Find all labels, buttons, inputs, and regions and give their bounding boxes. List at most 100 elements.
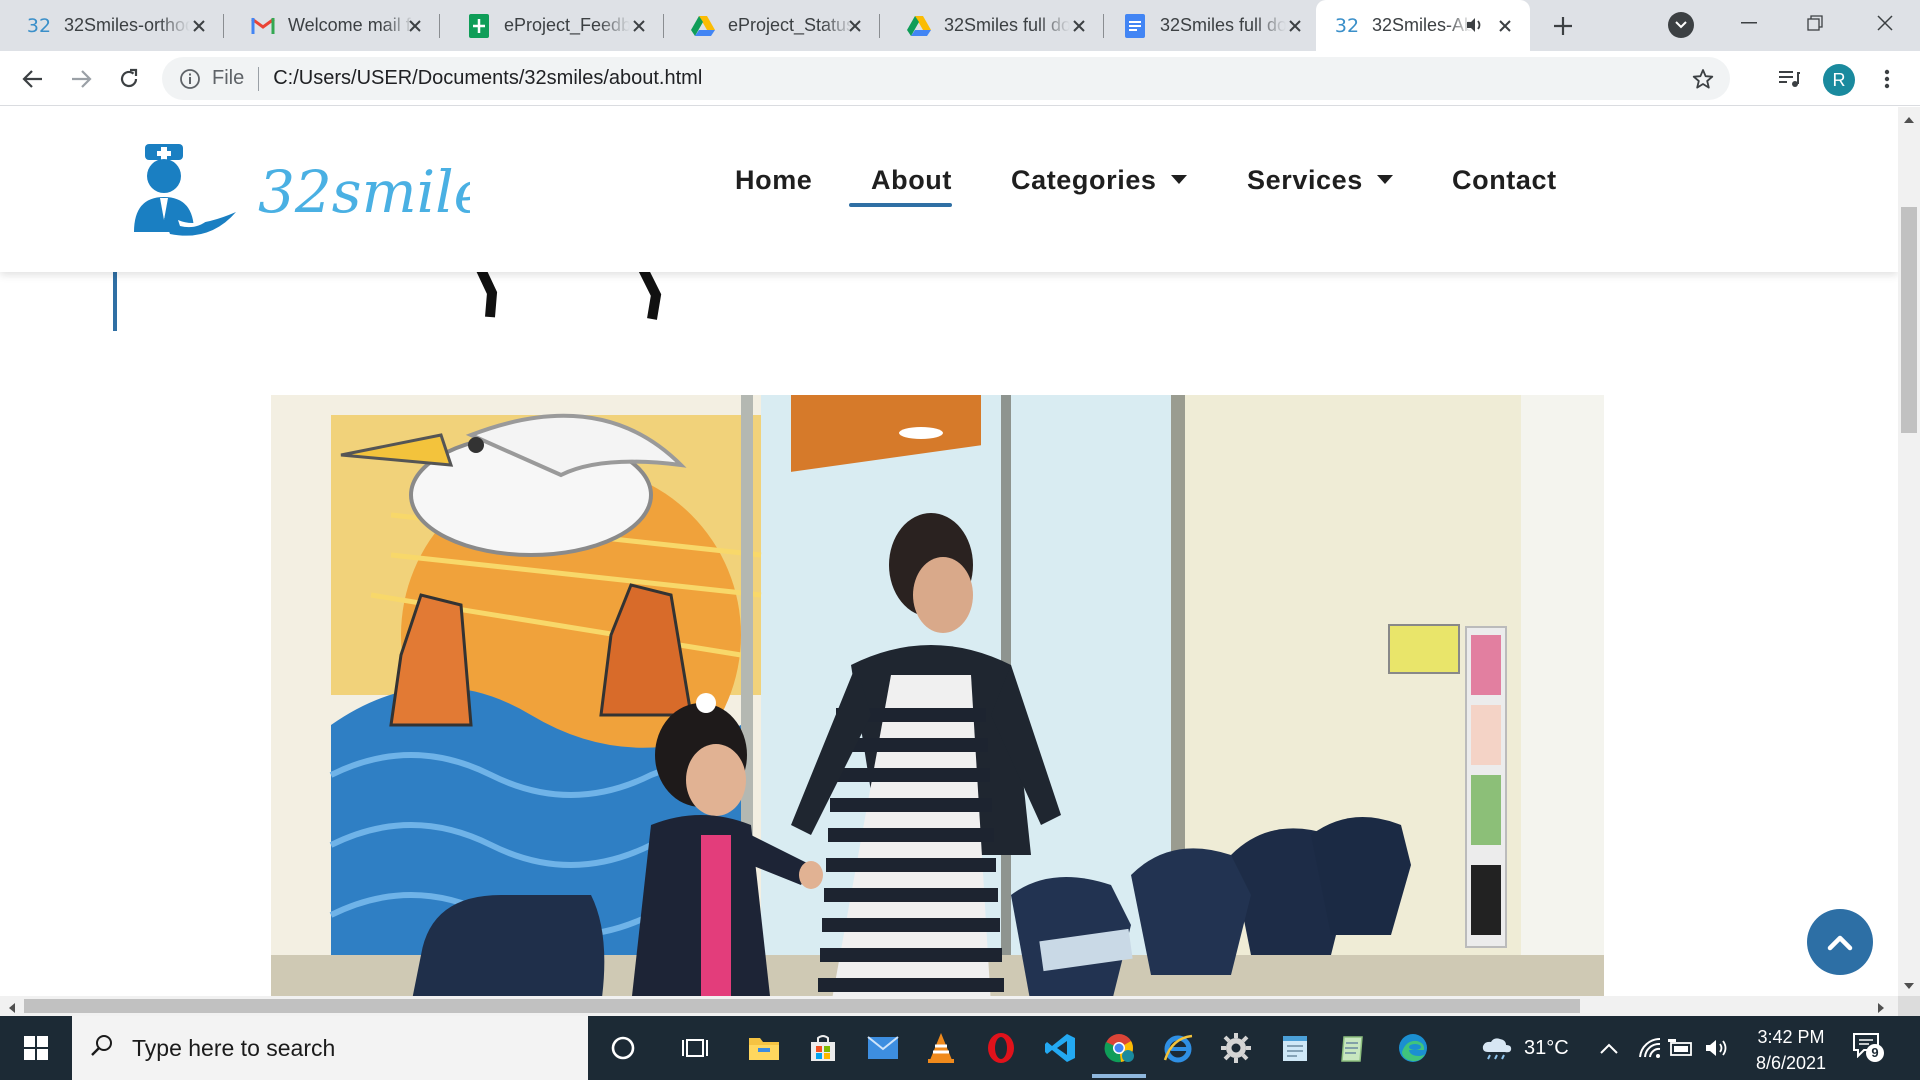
taskbar-search-box[interactable]: Type here to search	[72, 1016, 588, 1080]
docs-icon	[1122, 13, 1148, 39]
gmail-icon	[250, 13, 276, 39]
address-bar[interactable]: File C:/Users/USER/Documents/32smiles/ab…	[162, 57, 1730, 100]
minimize-button[interactable]	[1716, 0, 1782, 46]
info-icon[interactable]	[178, 67, 202, 91]
start-button[interactable]	[0, 1016, 72, 1080]
close-icon[interactable]	[1282, 13, 1308, 39]
scroll-up-arrow-icon[interactable]	[1903, 113, 1915, 125]
nav-home[interactable]: Home	[735, 165, 812, 196]
task-view-icon[interactable]	[673, 1026, 717, 1070]
notepad-icon[interactable]	[1273, 1026, 1317, 1070]
close-icon[interactable]	[1066, 13, 1092, 39]
wifi-icon[interactable]	[1638, 1016, 1662, 1080]
clinic-waiting-room-photo	[271, 395, 1604, 996]
new-tab-button[interactable]	[1548, 11, 1578, 41]
battery-icon[interactable]	[1668, 1016, 1694, 1080]
file-explorer-icon[interactable]	[742, 1026, 786, 1070]
taskbar-clock[interactable]: 3:42 PM 8/6/2021	[1746, 1024, 1836, 1076]
nav-label: About	[871, 165, 952, 195]
tab-eproject-feedback[interactable]: eProject_Feedback	[448, 0, 664, 51]
opera-icon[interactable]	[979, 1026, 1023, 1070]
notification-count-badge: 9	[1866, 1044, 1884, 1062]
tab-title: 32Smiles full documentation	[944, 15, 1070, 35]
search-icon	[90, 1033, 114, 1063]
store-icon[interactable]	[801, 1026, 845, 1070]
tab-title: eProject_Status	[728, 15, 854, 35]
tab-32smiles-about[interactable]: 32 32Smiles-About	[1316, 0, 1530, 51]
site-logo[interactable]: 32smiles	[130, 142, 518, 242]
close-icon[interactable]	[1492, 13, 1518, 39]
edge-icon[interactable]	[1391, 1026, 1435, 1070]
nav-label: Contact	[1452, 165, 1557, 195]
close-icon[interactable]	[402, 13, 428, 39]
close-window-button[interactable]	[1852, 0, 1918, 46]
show-hidden-icons-button[interactable]	[1600, 1016, 1618, 1080]
profile-avatar[interactable]: R	[1823, 64, 1855, 96]
nav-label: Categories	[1011, 165, 1157, 195]
ie-icon[interactable]	[1156, 1026, 1200, 1070]
volume-icon[interactable]	[1704, 1016, 1730, 1080]
back-to-top-button[interactable]	[1807, 909, 1873, 975]
32smiles-favicon: 32	[26, 14, 52, 37]
tab-title: Welcome mail from Aptech	[288, 15, 414, 35]
tab-gmail[interactable]: Welcome mail from Aptech	[232, 0, 440, 51]
nav-label: Home	[735, 165, 813, 195]
scrollbar-thumb[interactable]	[1901, 207, 1917, 433]
tab-32smiles-orthodontics[interactable]: 32 32Smiles-orthodontics	[8, 0, 224, 51]
tab-title: 32Smiles-orthodontics	[64, 15, 190, 35]
forward-button[interactable]	[64, 62, 98, 96]
windows-taskbar: Type here to search 31°C 3:42 PM 8/6/202…	[0, 1016, 1920, 1080]
restore-button[interactable]	[1782, 0, 1848, 46]
active-nav-underline	[849, 203, 952, 207]
clock-time: 3:42 PM	[1757, 1027, 1825, 1047]
close-icon[interactable]	[186, 13, 212, 39]
nav-about[interactable]: About	[871, 165, 952, 196]
close-icon[interactable]	[842, 13, 868, 39]
vlc-icon[interactable]	[919, 1026, 963, 1070]
media-controls-icon[interactable]	[1772, 62, 1806, 96]
cloud-rain-icon	[1482, 1038, 1512, 1060]
tab-separator	[223, 14, 224, 38]
horizontal-scrollbar[interactable]	[0, 996, 1898, 1016]
tab-32smiles-documentation-drive[interactable]: 32Smiles full documentation	[888, 0, 1104, 51]
chrome-menu-icon[interactable]	[1870, 62, 1904, 96]
scroll-right-arrow-icon[interactable]	[1878, 1000, 1890, 1013]
chevron-up-icon	[1827, 935, 1853, 951]
notepadpp-icon[interactable]	[1331, 1026, 1375, 1070]
action-center-button[interactable]: 9	[1852, 1032, 1884, 1064]
tab-title: 32Smiles full documentation	[1160, 15, 1286, 35]
nav-contact[interactable]: Contact	[1452, 165, 1557, 196]
tab-eproject-status[interactable]: eProject_Status	[672, 0, 880, 51]
tab-search-button[interactable]	[1668, 12, 1694, 38]
cortana-icon[interactable]	[601, 1026, 645, 1070]
sheets-icon	[466, 13, 492, 39]
settings-icon[interactable]	[1214, 1026, 1258, 1070]
tab-title: eProject_Feedback	[504, 15, 630, 35]
tab-separator	[663, 14, 664, 38]
caret-down-icon	[1170, 175, 1187, 184]
back-button[interactable]	[16, 62, 50, 96]
tab-title: 32Smiles-About	[1372, 15, 1472, 35]
vertical-scrollbar[interactable]	[1898, 107, 1920, 996]
speaker-icon[interactable]	[1464, 15, 1484, 40]
32smiles-favicon: 32	[1334, 14, 1360, 37]
bookmark-star-icon[interactable]	[1690, 66, 1716, 92]
nav-categories[interactable]: Categories	[1011, 165, 1187, 196]
mail-icon[interactable]	[861, 1026, 905, 1070]
scroll-left-arrow-icon[interactable]	[8, 1000, 20, 1013]
weather-widget[interactable]: 31°C	[1480, 1016, 1569, 1080]
close-icon[interactable]	[626, 13, 652, 39]
tab-32smiles-documentation-docs[interactable]: 32Smiles full documentation	[1104, 0, 1320, 51]
chrome-icon[interactable]	[1097, 1026, 1141, 1070]
windows-logo-icon	[24, 1036, 48, 1060]
nav-services[interactable]: Services	[1247, 165, 1393, 196]
weather-temperature: 31°C	[1524, 1036, 1569, 1059]
vscode-icon[interactable]	[1038, 1026, 1082, 1070]
url-text[interactable]: C:/Users/USER/Documents/32smiles/about.h…	[273, 67, 702, 90]
scrollbar-thumb[interactable]	[24, 999, 1580, 1013]
scroll-down-arrow-icon[interactable]	[1903, 980, 1915, 992]
tab-strip: 32 32Smiles-orthodontics Welcome mail fr…	[0, 0, 1920, 51]
drive-icon	[906, 13, 932, 39]
reload-button[interactable]	[112, 62, 146, 96]
section-heading-accent	[113, 267, 117, 331]
